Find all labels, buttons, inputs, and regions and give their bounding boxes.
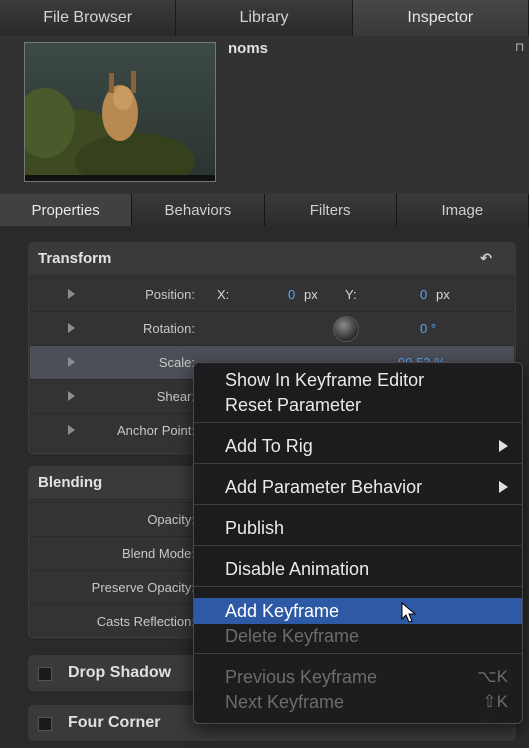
x-unit: px <box>304 287 318 302</box>
tab-behaviors[interactable]: Behaviors <box>132 194 265 226</box>
menu-item-next-keyframe[interactable]: Next Keyframe ⇧K <box>194 689 522 715</box>
menu-item-previous-keyframe[interactable]: Previous Keyframe ⌥K <box>194 664 522 690</box>
opacity-label: Opacity: <box>147 512 195 527</box>
menu-item-add-parameter-behavior[interactable]: Add Parameter Behavior <box>194 474 522 500</box>
submenu-arrow-icon <box>499 440 508 452</box>
casts-reflection-label: Casts Reflection: <box>96 614 195 629</box>
rotation-row: Rotation: 0 ° <box>30 311 514 345</box>
thumbnail-image <box>24 42 216 182</box>
menu-item-publish[interactable]: Publish <box>194 515 522 541</box>
menu-item-add-to-rig[interactable]: Add To Rig <box>194 433 522 459</box>
previous-keyframe-label: Previous Keyframe <box>225 667 378 687</box>
preserve-opacity-label: Preserve Opacity: <box>91 580 195 595</box>
y-label: Y: <box>345 287 357 302</box>
four-corner-label: Four Corner <box>68 714 161 731</box>
layer-name: noms <box>228 40 269 57</box>
menu-item-reset-parameter[interactable]: Reset Parameter <box>194 392 522 418</box>
x-label: X: <box>217 287 230 302</box>
anchor-point-label: Anchor Point: <box>116 423 195 438</box>
tab-inspector[interactable]: Inspector <box>352 0 529 36</box>
next-keyframe-shortcut: ⇧K <box>482 692 508 711</box>
drop-shadow-checkbox[interactable] <box>38 667 52 681</box>
tab-image[interactable]: Image <box>396 194 529 226</box>
lock-icon[interactable]: ⊓ <box>515 40 527 54</box>
drop-shadow-label: Drop Shadow <box>68 664 172 681</box>
add-to-rig-label: Add To Rig <box>225 436 313 456</box>
position-y-value[interactable]: 0 <box>420 287 427 302</box>
blending-title: Blending <box>38 473 103 491</box>
submenu-arrow-icon <box>499 481 508 493</box>
rotation-value[interactable]: 0 ° <box>420 321 436 336</box>
menu-item-show-in-keyframe-editor[interactable]: Show In Keyframe Editor <box>194 367 522 393</box>
tab-file-browser[interactable]: File Browser <box>0 0 177 36</box>
transform-title: Transform <box>38 249 112 267</box>
add-keyframe-label: Add Keyframe <box>225 601 340 621</box>
menu-separator <box>194 545 522 546</box>
menu-separator <box>194 653 522 654</box>
tab-properties[interactable]: Properties <box>0 194 133 226</box>
y-unit: px <box>436 287 450 302</box>
next-keyframe-label: Next Keyframe <box>225 692 345 712</box>
context-menu: Show In Keyframe Editor Reset Parameter … <box>193 362 523 724</box>
menu-separator <box>194 504 522 505</box>
menu-separator <box>194 422 522 423</box>
mouse-cursor-icon <box>401 602 417 623</box>
menu-item-delete-keyframe[interactable]: Delete Keyframe <box>194 623 522 649</box>
tab-filters[interactable]: Filters <box>264 194 397 226</box>
menu-separator <box>194 463 522 464</box>
menu-item-add-keyframe[interactable]: Add Keyframe <box>194 598 522 624</box>
rotation-label: Rotation: <box>142 321 195 336</box>
rotation-dial[interactable] <box>333 316 359 342</box>
reset-icon[interactable]: ↶ <box>480 250 492 267</box>
add-parameter-behavior-label: Add Parameter Behavior <box>225 477 423 497</box>
four-corner-checkbox[interactable] <box>38 717 52 731</box>
shear-label: Shear: <box>156 389 195 404</box>
menu-separator <box>194 586 522 587</box>
transform-header[interactable]: Transform ↶ <box>28 242 516 274</box>
blend-mode-label: Blend Mode: <box>122 546 195 561</box>
previous-keyframe-shortcut: ⌥K <box>477 667 508 686</box>
position-x-value[interactable]: 0 <box>288 287 295 302</box>
position-label: Position: <box>145 287 195 302</box>
menu-item-disable-animation[interactable]: Disable Animation <box>194 556 522 582</box>
position-row: Position: X: 0 px Y: 0 px <box>30 277 514 311</box>
scale-label: Scale: <box>158 355 195 370</box>
top-tab-bar: File Browser Library Inspector <box>0 0 529 36</box>
inspector-tab-bar: Properties Behaviors Filters Image <box>0 194 529 226</box>
tab-library[interactable]: Library <box>176 0 353 36</box>
